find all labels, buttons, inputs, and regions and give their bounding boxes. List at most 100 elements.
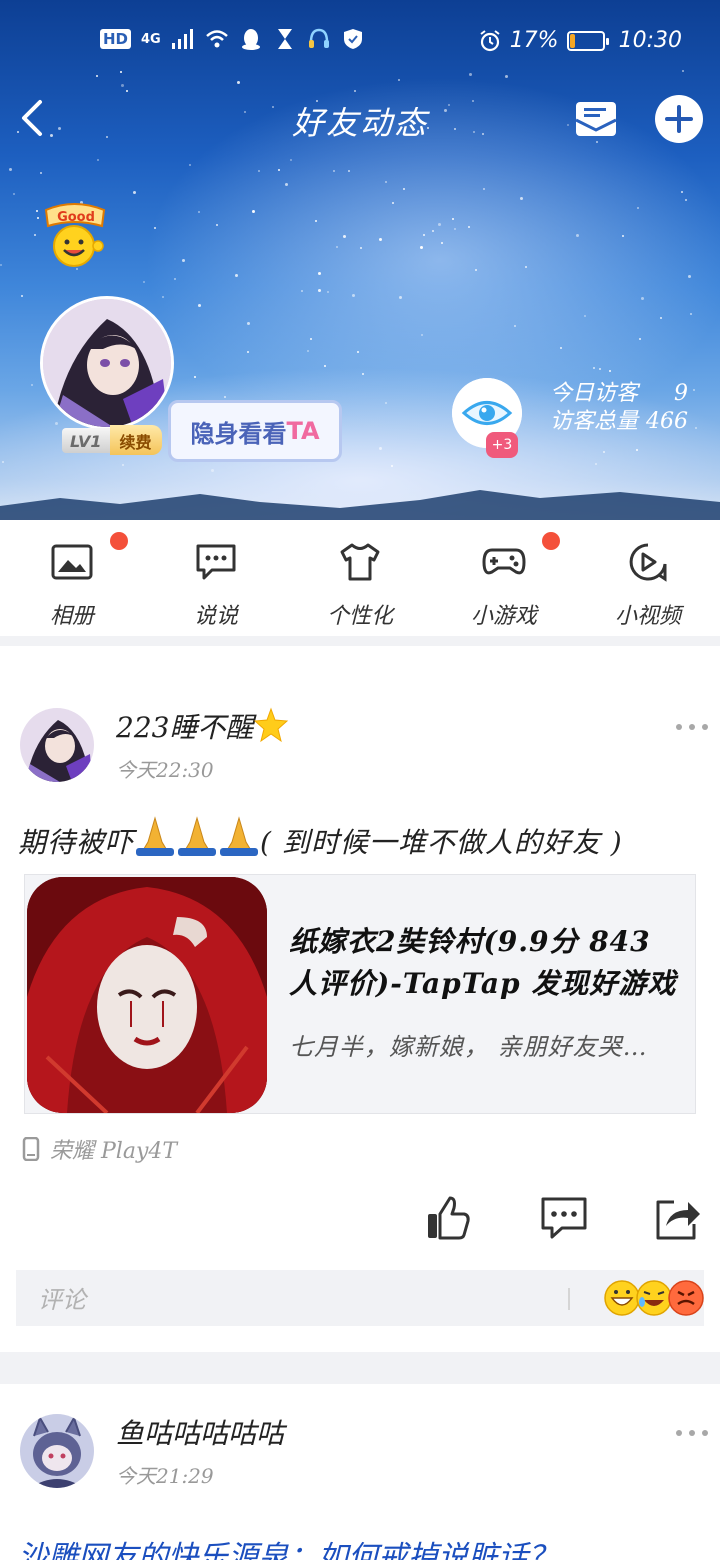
battery-icon <box>566 30 609 51</box>
shared-link-card[interactable]: 纸嫁衣2奘铃村(9.9分 843 人评价)-TapTap 发现好游戏 七月半，嫁… <box>24 874 696 1114</box>
star-dot <box>343 235 346 238</box>
star-dot <box>307 350 309 352</box>
star-dot <box>174 278 176 280</box>
star-dot <box>421 334 423 336</box>
star-dot <box>121 84 124 87</box>
gamepad-icon <box>482 548 526 575</box>
star-dot <box>385 402 387 404</box>
star-dot <box>237 81 240 84</box>
tab-personalize[interactable]: 个性化 <box>288 520 560 636</box>
star-dot <box>31 384 33 386</box>
photo-album-icon <box>51 544 93 580</box>
star-dot <box>639 338 641 340</box>
star-dot <box>360 247 362 249</box>
renew-button[interactable]: 续费 <box>109 425 162 455</box>
star-dot <box>96 75 98 77</box>
star-dot <box>310 338 312 340</box>
post-link-title[interactable]: 沙雕网友的快乐源泉：如何戒掉说脏话？ <box>18 1532 558 1560</box>
more-options-button[interactable] <box>676 724 708 736</box>
headset-icon <box>308 28 329 48</box>
tab-short-video[interactable]: 小视频 <box>576 520 720 636</box>
tab-moments[interactable]: 说说 <box>144 520 288 636</box>
star-dot <box>593 367 595 369</box>
section-divider <box>0 636 720 646</box>
star-dot <box>13 193 15 195</box>
tab-mini-games[interactable]: 小游戏 <box>432 520 576 636</box>
star-dot <box>609 370 611 372</box>
device-name: 荣耀 Play4T <box>50 1139 178 1164</box>
star-dot <box>452 218 454 220</box>
post-time: 今天22:30 <box>116 758 214 782</box>
profile-avatar[interactable] <box>40 296 174 430</box>
star-dot <box>285 183 288 186</box>
tab-label: 小视频 <box>614 604 681 629</box>
status-bar: HD 4G 17% 10:30 <box>0 22 720 62</box>
comment-icon[interactable] <box>540 1194 588 1242</box>
star-dot <box>211 469 214 472</box>
post-author-name[interactable]: 鱼咕咕咕咕咕 <box>116 1412 284 1452</box>
level-text: LV1 <box>62 427 110 453</box>
post-author-avatar[interactable] <box>20 1414 94 1488</box>
author-avatar-illustration <box>20 708 94 782</box>
comment-input[interactable]: 评论 <box>16 1270 704 1326</box>
phone-icon <box>22 1137 40 1161</box>
star-dot <box>258 170 260 172</box>
star-dot <box>216 224 218 226</box>
hourglass-icon <box>277 29 292 49</box>
star-dot <box>34 234 36 236</box>
star-dot <box>475 269 477 271</box>
total-visitors-label: 访客总量 <box>550 409 639 434</box>
thumbs-up-icon[interactable] <box>424 1194 472 1242</box>
feature-tabs: 相册 说说 个性化 小游戏 小视频 <box>0 520 720 636</box>
battery-percent: 17% <box>509 28 559 53</box>
more-options-button[interactable] <box>676 1430 708 1442</box>
stealth-visit-label: 隐身看看 <box>190 419 287 448</box>
star-dot <box>505 75 508 78</box>
star-dot <box>514 325 516 327</box>
star-dot <box>641 297 644 300</box>
star-dot <box>438 223 441 226</box>
star-dot <box>469 73 472 76</box>
post-author-name[interactable]: 223睡不醒 <box>116 706 289 746</box>
good-sticker-icon[interactable]: Good <box>40 200 114 274</box>
star-dot <box>681 191 683 193</box>
star-dot <box>247 351 249 353</box>
tab-label: 相册 <box>49 604 94 629</box>
star-dot <box>324 365 326 367</box>
star-dot <box>685 199 687 201</box>
star-dot <box>247 322 250 325</box>
star-dot <box>198 304 201 307</box>
today-visitors-count: 9 <box>674 381 688 406</box>
plus-circle-icon[interactable] <box>654 94 704 144</box>
star-dot <box>441 242 443 244</box>
wifi-icon <box>205 30 228 48</box>
stealth-visit-button[interactable]: 隐身看看 TA <box>168 400 342 462</box>
nav-bar: 好友动态 <box>0 88 720 148</box>
visitor-new-badge: +3 <box>486 432 518 458</box>
sticker-text: Good <box>57 210 95 225</box>
avatar-illustration <box>43 299 171 427</box>
star-dot <box>318 272 321 275</box>
star-dot <box>636 449 638 451</box>
star-dot <box>584 315 586 317</box>
friend-feed-screen: HD 4G 17% 10:30 好友动态 Good LV1 续费 隐身看看 TA… <box>0 0 720 1560</box>
star-dot <box>154 227 156 229</box>
level-badge[interactable]: LV1 续费 <box>62 424 162 456</box>
star-dot <box>143 281 145 283</box>
tab-album[interactable]: 相册 <box>0 520 144 636</box>
star-dot <box>690 313 692 315</box>
star-dot <box>520 197 523 200</box>
emoji-picker-icon[interactable] <box>604 1278 704 1318</box>
share-icon[interactable] <box>654 1194 702 1242</box>
comment-divider <box>568 1288 570 1310</box>
game-cover-illustration <box>27 877 267 1113</box>
star-dot <box>120 71 122 73</box>
star-dot <box>660 317 662 319</box>
post-text-before: 期待被吓 <box>18 826 135 859</box>
stealth-visit-ta: TA <box>286 417 320 445</box>
visitor-stats[interactable]: 今日访客 9 访客总量 466 <box>550 380 688 436</box>
star-dot <box>423 234 425 236</box>
post-author-avatar[interactable] <box>20 708 94 782</box>
envelope-icon[interactable] <box>572 96 620 142</box>
star-dot <box>599 368 601 370</box>
